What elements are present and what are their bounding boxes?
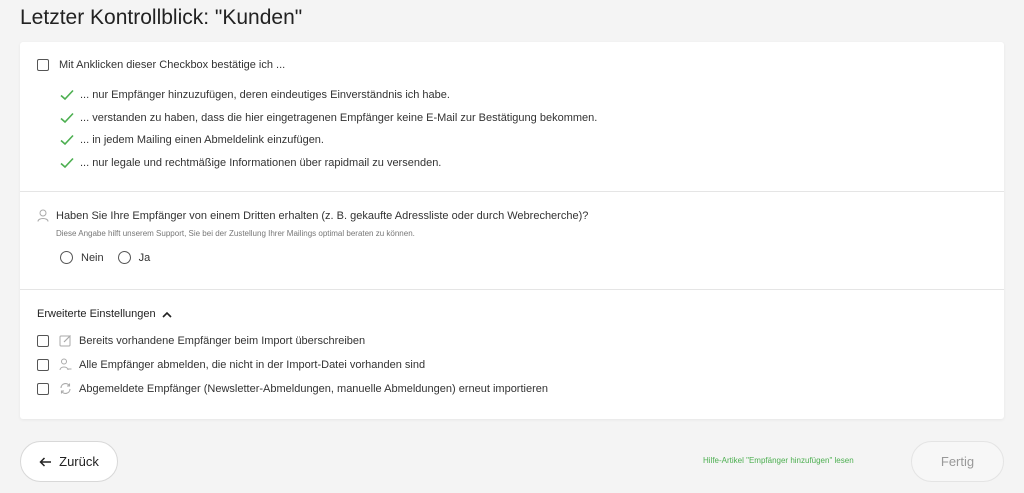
advanced-settings-label: Erweiterte Einstellungen [37, 308, 156, 320]
option-overwrite[interactable]: Bereits vorhandene Empfänger beim Import… [37, 334, 365, 347]
done-button-label: Fertig [940, 454, 975, 469]
overwrite-label: Bereits vorhandene Empfänger beim Import… [79, 334, 366, 347]
reimport-unsubscribed-label: Abgemeldete Empfänger (Newsletter-Abmeld… [79, 382, 548, 395]
third-party-section: Haben Sie Ihre Empfänger von einem Dritt… [20, 192, 1004, 290]
radio-ja[interactable] [117, 251, 131, 264]
back-button[interactable]: Zurück [20, 441, 118, 482]
confirm-checkbox-label: Mit Anklicken dieser Checkbox bestätige … [59, 59, 286, 71]
check-icon [60, 89, 74, 101]
radio-nein[interactable] [60, 251, 73, 264]
check-icon [60, 112, 74, 124]
third-party-hint: Diese Angabe hilft unserem Support, Sie … [56, 229, 415, 238]
radio-nein-label: Nein [81, 251, 104, 264]
back-button-label: Zurück [59, 454, 99, 469]
confirm-checkbox[interactable] [37, 59, 49, 71]
done-button[interactable]: Fertig [911, 441, 1004, 482]
review-card: Mit Anklicken dieser Checkbox bestätige … [20, 42, 1004, 419]
confirm-bullet: ... in jedem Mailing einen Abmeldelink e… [60, 134, 324, 146]
confirmation-section: Mit Anklicken dieser Checkbox bestätige … [20, 42, 1004, 192]
page-title: Letzter Kontrollblick: "Kunden" [20, 6, 303, 29]
confirm-bullet-text: ... nur Empfänger hinzuzufügen, deren ei… [80, 89, 450, 101]
third-party-radio-group: Nein Ja [60, 251, 164, 264]
advanced-section: Erweiterte Einstellungen Bereits vorhand… [20, 290, 1004, 419]
unsubscribe-missing-label: Alle Empfänger abmelden, die nicht in de… [79, 358, 426, 371]
edit-icon [59, 334, 72, 347]
reimport-unsubscribed-checkbox[interactable] [37, 382, 49, 395]
third-party-question-text: Haben Sie Ihre Empfänger von einem Dritt… [56, 209, 589, 222]
confirm-bullet: ... verstanden zu haben, dass die hier e… [60, 112, 597, 124]
confirm-bullet: ... nur legale und rechtmäßige Informati… [60, 157, 441, 169]
user-minus-icon [59, 358, 72, 371]
overwrite-checkbox[interactable] [37, 334, 49, 347]
unsubscribe-missing-checkbox[interactable] [37, 358, 49, 371]
user-icon [37, 209, 49, 222]
check-icon [60, 134, 74, 146]
confirm-bullet-text: ... in jedem Mailing einen Abmeldelink e… [80, 134, 324, 146]
third-party-question: Haben Sie Ihre Empfänger von einem Dritt… [37, 209, 588, 222]
confirm-bullet-text: ... verstanden zu haben, dass die hier e… [80, 112, 598, 124]
option-reimport-unsubscribed[interactable]: Abgemeldete Empfänger (Newsletter-Abmeld… [37, 382, 548, 395]
advanced-settings-toggle[interactable]: Erweiterte Einstellungen [37, 308, 172, 320]
confirm-checkbox-row[interactable]: Mit Anklicken dieser Checkbox bestätige … [37, 59, 285, 71]
radio-ja-label: Ja [138, 251, 151, 264]
help-article-link[interactable]: Hilfe-Artikel "Empfänger hinzufügen" les… [703, 456, 854, 465]
refresh-icon [59, 382, 72, 395]
radio-option-ja[interactable]: Ja [117, 251, 151, 264]
chevron-up-icon [162, 311, 172, 318]
check-icon [60, 157, 74, 169]
radio-option-nein[interactable]: Nein [60, 251, 104, 264]
option-unsubscribe-missing[interactable]: Alle Empfänger abmelden, die nicht in de… [37, 358, 425, 371]
confirm-bullet-text: ... nur legale und rechtmäßige Informati… [80, 157, 442, 169]
confirm-bullet: ... nur Empfänger hinzuzufügen, deren ei… [60, 89, 450, 101]
arrow-left-icon [39, 456, 52, 467]
